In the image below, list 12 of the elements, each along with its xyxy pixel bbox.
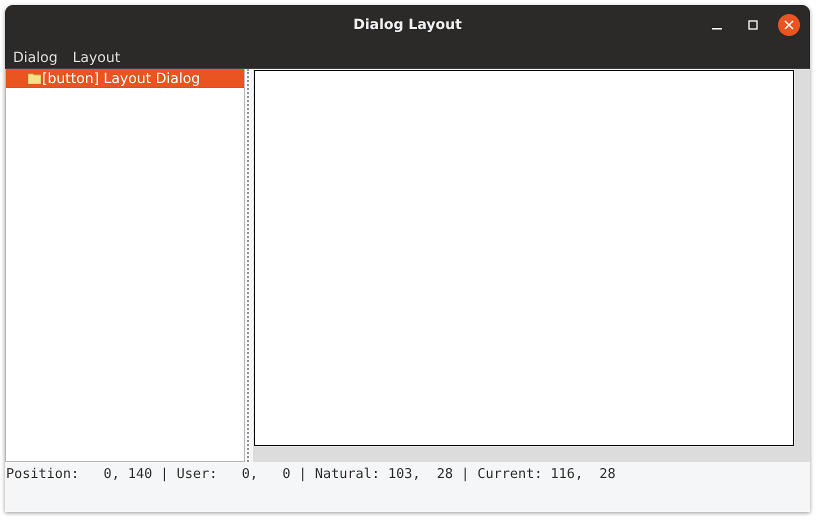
tree-item[interactable]: [button] Layout Dialog: [6, 69, 244, 88]
minimize-icon: [712, 28, 722, 30]
menu-item[interactable]: Layout: [72, 50, 120, 66]
horizontal-scrollbar[interactable]: [253, 446, 810, 462]
maximize-icon: [748, 20, 758, 30]
vertical-scrollbar[interactable]: [794, 69, 810, 446]
window-title: Dialog Layout: [353, 16, 462, 32]
close-icon: [784, 20, 794, 30]
folder-icon: [28, 73, 41, 84]
status-text: Position: 0, 140 | User: 0, 0 | Natural: 103, 28 | Current: 116, 28: [6, 466, 616, 482]
menu-item[interactable]: Dialog: [13, 50, 58, 66]
close-button[interactable]: [778, 14, 800, 36]
